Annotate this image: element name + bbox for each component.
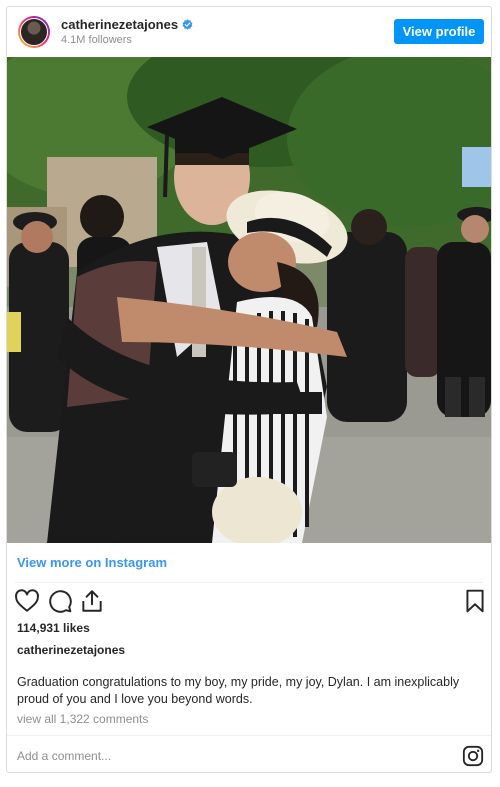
post-caption: Graduation congratulations to my boy, my…: [17, 675, 460, 706]
follower-count: 4.1M followers: [61, 34, 132, 46]
instagram-embed-card: catherinezetajones 4.1M followers View p…: [6, 6, 492, 773]
verified-badge-icon: [182, 19, 193, 30]
post-photo[interactable]: [7, 57, 491, 543]
comment-bubble-icon[interactable]: [47, 588, 73, 614]
instagram-logo-icon[interactable]: [462, 745, 484, 767]
graduation-photo-illustration: [7, 57, 491, 543]
like-count[interactable]: 114,931 likes: [17, 621, 90, 635]
username-link[interactable]: catherinezetajones: [61, 17, 178, 32]
caption-username[interactable]: catherinezetajones: [17, 643, 125, 657]
profile-avatar[interactable]: [18, 16, 50, 48]
bookmark-icon[interactable]: [462, 588, 488, 614]
post-header: catherinezetajones 4.1M followers View p…: [7, 7, 491, 57]
view-more-on-instagram-link[interactable]: View more on Instagram: [17, 555, 167, 570]
divider: [7, 735, 491, 736]
avatar-image: [20, 18, 48, 46]
username-row: catherinezetajones: [61, 17, 193, 32]
divider: [15, 582, 483, 583]
user-block: catherinezetajones 4.1M followers: [61, 17, 193, 46]
view-all-comments-link[interactable]: view all 1,322 comments: [17, 712, 148, 726]
share-icon[interactable]: [79, 588, 105, 614]
add-comment-input[interactable]: Add a comment...: [17, 749, 111, 763]
view-profile-button[interactable]: View profile: [394, 19, 484, 44]
action-bar: [7, 587, 491, 617]
heart-icon[interactable]: [14, 588, 40, 614]
